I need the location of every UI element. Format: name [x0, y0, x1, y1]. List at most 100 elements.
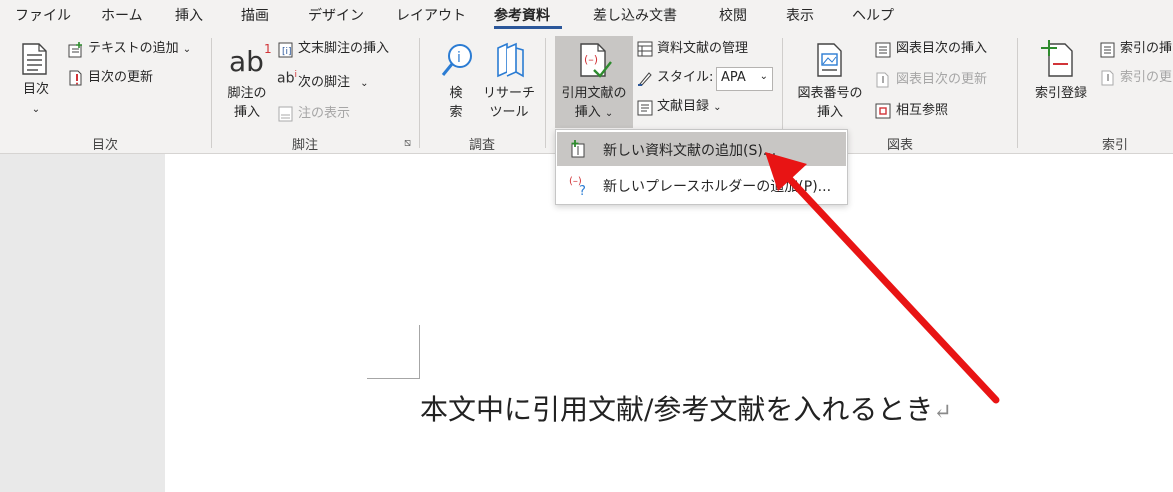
add-new-source-label: 新しい資料文献の追加(S)... — [603, 143, 777, 159]
insert-caption-button[interactable]: 図表番号の 挿入 — [792, 84, 868, 122]
margin-corner-mark — [367, 378, 420, 379]
insert-index-button[interactable]: 索引の挿 — [1120, 39, 1172, 59]
insert-footnote-icon[interactable]: ab1 — [229, 42, 272, 78]
bibliography-button[interactable]: 文献目録 ⌄ — [657, 97, 722, 118]
manage-sources-button[interactable]: 資料文献の管理 — [657, 39, 748, 59]
tab-design[interactable]: デザイン — [308, 5, 364, 25]
add-new-placeholder-item[interactable]: (–) ? 新しいプレースホルダーの追加(P)... — [557, 168, 846, 202]
update-table-icon — [876, 72, 889, 88]
insert-footnote-label-1: 脚注の — [227, 86, 267, 101]
insert-index-icon — [1100, 42, 1115, 58]
tab-home[interactable]: ホーム — [101, 5, 143, 25]
toc-group-label: 目次 — [91, 138, 118, 153]
insert-endnote-button[interactable]: 文末脚注の挿入 — [298, 39, 389, 59]
show-notes-button[interactable]: 注の表示 — [298, 104, 350, 124]
document-body-text[interactable]: 本文中に引用文献/参考文献を入れるとき↵ — [420, 388, 952, 428]
ribbon-tab-bar: ファイル ホーム 挿入 描画 デザイン レイアウト 参考資料 差し込み文書 校閲… — [0, 0, 1173, 30]
footnotes-group-label: 脚注 — [291, 138, 318, 153]
svg-text:i: i — [457, 50, 461, 66]
insert-footnote-label-2: 挿入 — [233, 105, 260, 120]
svg-text:[i]: [i] — [282, 47, 292, 57]
search-button[interactable]: 検索 — [444, 84, 468, 122]
tab-references[interactable]: 参考資料 — [494, 5, 550, 25]
update-toc-icon — [69, 70, 82, 86]
toc-button[interactable]: 目次 ⌄ — [20, 80, 52, 119]
group-divider — [545, 38, 546, 148]
table-of-contents-icon[interactable] — [20, 42, 48, 76]
style-select[interactable]: APA ⌄ — [716, 67, 773, 91]
add-new-source-item[interactable]: 新しい資料文献の追加(S)... — [557, 132, 846, 166]
researcher-label-1: リサーチ — [483, 86, 536, 101]
paragraph-mark-icon: ↵ — [933, 400, 952, 425]
bibliography-label: 文献目録 — [657, 99, 710, 114]
cross-reference-icon — [875, 103, 891, 119]
add-source-icon — [571, 140, 585, 158]
group-divider — [211, 38, 212, 148]
tab-view[interactable]: 表示 — [786, 5, 814, 25]
update-toc-button[interactable]: 目次の更新 — [88, 68, 153, 88]
search-label-1: 検 — [449, 86, 463, 101]
tab-file[interactable]: ファイル — [15, 5, 71, 25]
add-text-icon — [68, 42, 82, 58]
insert-citation-icon: (–) — [580, 43, 612, 78]
tab-help[interactable]: ヘルプ — [852, 5, 894, 25]
next-footnote-label: 次の脚注 — [298, 75, 351, 90]
margin-corner-mark — [419, 325, 420, 378]
tab-draw[interactable]: 描画 — [241, 5, 269, 25]
cross-reference-button[interactable]: 相互参照 — [896, 101, 948, 121]
update-index-icon — [1101, 70, 1114, 86]
chevron-down-icon: ⌄ — [713, 102, 722, 113]
add-text-button[interactable]: テキストの追加 ⌄ — [88, 39, 191, 60]
researcher-button[interactable]: リサーチ ツール — [483, 84, 535, 122]
show-notes-icon — [278, 106, 293, 122]
next-footnote-button[interactable]: 次の脚注 ⌄ — [298, 73, 369, 94]
insert-caption-label-2: 挿入 — [816, 105, 843, 120]
table-of-figures-icon — [875, 42, 891, 58]
update-index-button[interactable]: 索引の更 — [1120, 68, 1172, 88]
toc-button-label: 目次 — [22, 82, 49, 97]
tab-mailings[interactable]: 差し込み文書 — [593, 5, 677, 25]
active-tab-indicator — [494, 26, 562, 29]
chevron-down-icon: ⌄ — [182, 44, 192, 55]
svg-text:?: ? — [579, 184, 586, 196]
tab-insert[interactable]: 挿入 — [175, 5, 203, 25]
add-new-placeholder-label: 新しいプレースホルダーの追加(P)... — [603, 179, 832, 195]
placeholder-icon: (–) ? — [569, 176, 586, 196]
chevron-down-icon: ⌄ — [360, 78, 369, 89]
chevron-down-icon: ⌄ — [604, 108, 614, 119]
bibliography-icon — [637, 100, 653, 116]
style-label: スタイル: — [657, 70, 714, 85]
insert-table-of-figures-button[interactable]: 図表目次の挿入 — [896, 39, 987, 59]
ab-glyph: ab — [229, 45, 264, 78]
chevron-down-icon: ⌄ — [31, 104, 41, 115]
svg-text:(–): (–) — [584, 53, 598, 66]
insert-caption-label-1: 図表番号の — [797, 86, 863, 101]
search-label-2: 索 — [449, 105, 463, 120]
insert-caption-icon[interactable] — [815, 42, 845, 78]
update-table-button[interactable]: 図表目次の更新 — [896, 70, 987, 90]
dialog-launcher-icon[interactable]: ⧅ — [404, 136, 411, 150]
manage-sources-icon — [637, 41, 653, 57]
insert-footnote-button[interactable]: 脚注の 挿入 — [224, 84, 270, 122]
insert-citation-label-2: 挿入 — [574, 105, 601, 120]
tab-review[interactable]: 校閲 — [719, 5, 747, 25]
research-group-label: 調査 — [468, 138, 495, 153]
insert-citation-label-1: 引用文献の — [561, 86, 627, 101]
style-select-value: APA — [721, 70, 746, 85]
add-text-label: テキストの追加 — [88, 41, 179, 56]
document-gutter — [0, 154, 165, 492]
researcher-label-2: ツール — [489, 105, 529, 120]
document-text: 本文中に引用文献/参考文献を入れるとき — [420, 393, 934, 426]
style-icon — [638, 72, 652, 86]
researcher-icon[interactable] — [493, 42, 527, 80]
tab-layout[interactable]: レイアウト — [396, 5, 466, 25]
group-divider — [419, 38, 420, 148]
insert-endnote-icon: [i] — [278, 42, 293, 58]
insert-citation-dropdown: 新しい資料文献の追加(S)... (–) ? 新しいプレースホルダーの追加(P)… — [555, 129, 848, 205]
mark-entry-button[interactable]: 索引登録 — [1029, 84, 1093, 103]
captions-group-label: 図表 — [886, 138, 913, 153]
index-group-label: 索引 — [1101, 138, 1128, 153]
mark-entry-icon[interactable] — [1041, 40, 1075, 78]
search-icon[interactable]: i — [440, 42, 474, 80]
footnote-superscript: 1 — [263, 42, 272, 56]
